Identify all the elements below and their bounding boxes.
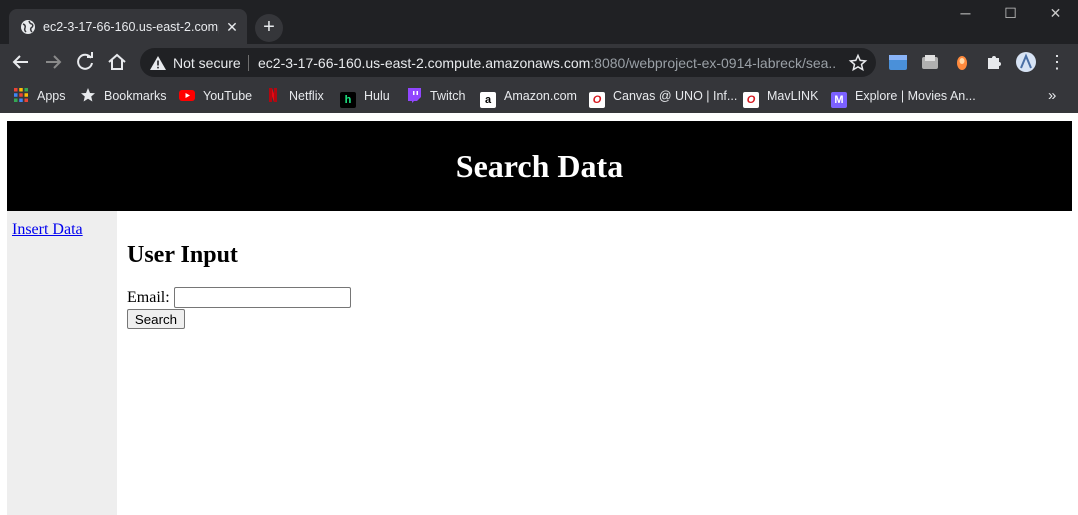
home-icon[interactable] <box>104 49 130 75</box>
hulu-icon: h <box>340 92 356 108</box>
bookmark-bookmarks[interactable]: Bookmarks <box>80 86 167 106</box>
bookmark-label: Twitch <box>430 89 466 103</box>
search-button[interactable]: Search <box>127 309 185 329</box>
page-title: Search Data <box>455 148 624 184</box>
bookmark-label: Apps <box>37 89 66 103</box>
more-bookmarks-icon[interactable]: » <box>1048 86 1056 106</box>
url-text[interactable]: ec2-3-17-66-160.us-east-2.compute.amazon… <box>258 54 836 72</box>
reload-icon[interactable] <box>72 49 98 75</box>
bookmark-label: Hulu <box>364 89 390 103</box>
twitch-icon <box>408 88 421 103</box>
amazon-icon: a <box>480 92 496 108</box>
bookmark-youtube[interactable]: YouTube <box>179 86 252 106</box>
bookmark-canvas[interactable]: O Canvas @ UNO | Inf... <box>589 86 738 108</box>
close-window-button[interactable]: ✕ <box>1033 0 1078 28</box>
bookmark-hulu[interactable]: h Hulu <box>340 86 390 108</box>
uno-icon: O <box>743 92 759 108</box>
uno-icon: O <box>589 92 605 108</box>
url-path: :8080/webproject-ex-0914-labreck/sea... <box>590 55 836 71</box>
netflix-icon <box>269 88 277 102</box>
forward-arrow-icon[interactable] <box>40 49 66 75</box>
email-label: Email: <box>127 289 170 306</box>
bookmark-netflix[interactable]: Netflix <box>265 86 324 106</box>
bookmark-star-icon[interactable] <box>848 53 868 73</box>
insert-data-link[interactable]: Insert Data <box>12 221 83 239</box>
browser-toolbar: Not secure ec2-3-17-66-160.us-east-2.com… <box>0 44 1078 80</box>
bookmark-twitch[interactable]: Twitch <box>406 86 465 106</box>
bookmark-label: Bookmarks <box>104 89 167 103</box>
address-bar[interactable]: Not secure ec2-3-17-66-160.us-east-2.com… <box>140 48 876 77</box>
bookmark-apps[interactable]: Apps <box>13 86 66 106</box>
puzzle-icon[interactable] <box>984 52 1004 72</box>
browser-chrome: ec2-3-17-66-160.us-east-2.compute.amazon… <box>0 0 1078 113</box>
profile-avatar-icon[interactable] <box>1015 51 1037 73</box>
browser-tab[interactable]: ec2-3-17-66-160.us-east-2.compute.amazon… <box>9 9 247 44</box>
address-separator <box>248 55 249 71</box>
bookmark-explore[interactable]: M Explore | Movies An... <box>831 86 976 108</box>
explore-icon: M <box>831 92 847 108</box>
page-header: Search Data <box>7 121 1072 211</box>
bookmark-label: YouTube <box>203 89 253 103</box>
bookmark-amazon[interactable]: a Amazon.com <box>480 86 577 108</box>
bookmark-mavlink[interactable]: O MavLINK <box>743 86 819 108</box>
main-content: User Input Email: Search <box>127 211 1067 515</box>
tab-title: ec2-3-17-66-160.us-east-2.compute.amazon… <box>43 20 219 34</box>
not-secure-label[interactable]: Not secure <box>173 54 241 72</box>
tab-strip: ec2-3-17-66-160.us-east-2.compute.amazon… <box>0 0 1078 44</box>
tab-close-icon[interactable]: ✕ <box>223 18 241 36</box>
bookmark-label: Explore | Movies An... <box>855 89 976 103</box>
bookmark-label: Amazon.com <box>504 89 577 103</box>
email-field[interactable] <box>174 287 351 308</box>
back-arrow-icon[interactable] <box>8 49 34 75</box>
extension-icon[interactable] <box>920 52 940 72</box>
extension-icon[interactable] <box>888 52 908 72</box>
globe-icon <box>21 20 35 34</box>
section-title: User Input <box>127 242 238 268</box>
web-page: Search Data Insert Data User Input Email… <box>0 113 1078 515</box>
minimize-button[interactable]: ─ <box>943 0 988 28</box>
bookmark-label: Netflix <box>289 89 324 103</box>
star-icon <box>81 88 95 102</box>
extension-icon[interactable] <box>952 52 972 72</box>
url-host: ec2-3-17-66-160.us-east-2.compute.amazon… <box>258 55 591 71</box>
bookmarks-bar: Apps Bookmarks YouTube Netflix h Hulu Tw… <box>0 80 1078 113</box>
new-tab-button[interactable]: + <box>255 14 283 42</box>
youtube-icon <box>179 90 195 101</box>
bookmark-label: MavLINK <box>767 89 819 103</box>
apps-grid-icon <box>14 88 28 102</box>
warning-icon[interactable] <box>149 54 167 72</box>
maximize-button[interactable]: ☐ <box>988 0 1033 28</box>
menu-icon[interactable]: ⋮ <box>1048 52 1066 72</box>
sidebar: Insert Data <box>7 211 117 515</box>
bookmark-label: Canvas @ UNO | Inf... <box>613 89 738 103</box>
